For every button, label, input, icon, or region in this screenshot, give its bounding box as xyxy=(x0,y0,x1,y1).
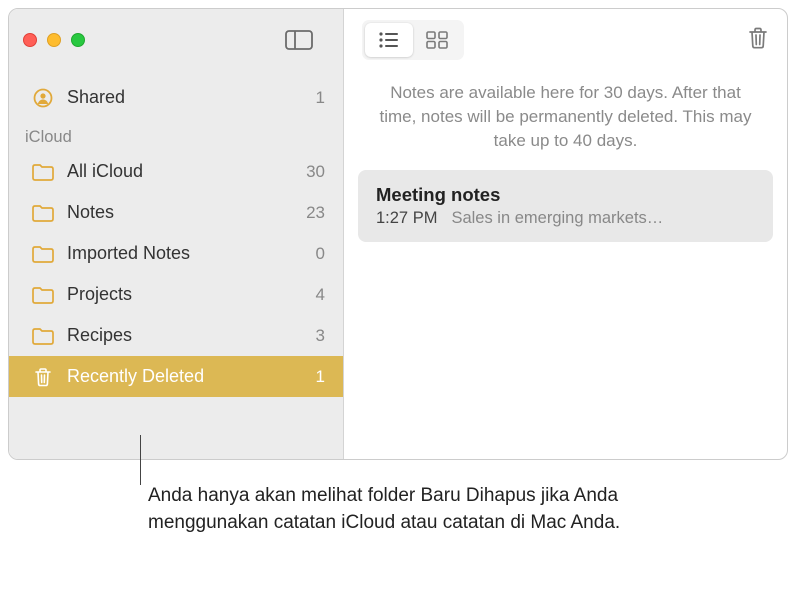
sidebar-item-notes[interactable]: Notes 23 xyxy=(9,192,343,233)
note-preview: Sales in emerging markets… xyxy=(451,209,663,228)
sidebar-item-count: 1 xyxy=(316,367,325,387)
gallery-view-button[interactable] xyxy=(413,23,461,57)
sidebar-item-count: 23 xyxy=(306,203,325,223)
sidebar-item-label: Imported Notes xyxy=(67,243,304,264)
toolbar xyxy=(344,9,787,71)
folder-icon xyxy=(31,163,55,181)
sidebar-item-label: Recipes xyxy=(67,325,304,346)
sidebar-item-count: 0 xyxy=(316,244,325,264)
sidebar-item-label: Shared xyxy=(67,87,304,108)
sidebar-item-shared[interactable]: Shared 1 xyxy=(9,77,343,118)
callout-text: Anda hanya akan melihat folder Baru Diha… xyxy=(148,483,628,536)
titlebar xyxy=(9,9,343,71)
content-pane: Notes are available here for 30 days. Af… xyxy=(344,9,787,459)
sidebar-item-label: Notes xyxy=(67,202,294,223)
sidebar-item-recently-deleted[interactable]: Recently Deleted 1 xyxy=(9,356,343,397)
zoom-window-button[interactable] xyxy=(71,33,85,47)
callout-line xyxy=(140,435,141,485)
folder-icon xyxy=(31,286,55,304)
sidebar-item-count: 4 xyxy=(316,285,325,305)
folder-icon xyxy=(31,245,55,263)
sidebar-item-label: Recently Deleted xyxy=(67,366,304,387)
sidebar-item-count: 30 xyxy=(306,162,325,182)
window-controls xyxy=(23,33,85,47)
note-time: 1:27 PM xyxy=(376,209,437,228)
sidebar-item-label: All iCloud xyxy=(67,161,294,182)
folder-icon xyxy=(31,204,55,222)
minimize-window-button[interactable] xyxy=(47,33,61,47)
sidebar-section-header: iCloud xyxy=(9,118,343,151)
sidebar-list: Shared 1 iCloud All iCloud 30 Notes 23 xyxy=(9,71,343,403)
sidebar-item-label: Projects xyxy=(67,284,304,305)
sidebar-item-projects[interactable]: Projects 4 xyxy=(9,274,343,315)
view-mode-segment xyxy=(362,20,464,60)
sidebar-toggle-button[interactable] xyxy=(279,25,319,55)
folder-icon xyxy=(31,327,55,345)
sidebar-item-count: 3 xyxy=(316,326,325,346)
list-icon xyxy=(378,31,400,49)
shared-icon xyxy=(31,88,55,108)
sidebar: Shared 1 iCloud All iCloud 30 Notes 23 xyxy=(9,9,344,459)
app-window: Shared 1 iCloud All iCloud 30 Notes 23 xyxy=(8,8,788,460)
delete-button[interactable] xyxy=(747,26,769,55)
sidebar-icon xyxy=(285,30,313,50)
recently-deleted-info: Notes are available here for 30 days. Af… xyxy=(344,71,787,170)
close-window-button[interactable] xyxy=(23,33,37,47)
sidebar-item-count: 1 xyxy=(316,88,325,108)
note-subtitle: 1:27 PM Sales in emerging markets… xyxy=(376,209,755,228)
grid-icon xyxy=(426,31,448,49)
trash-icon xyxy=(31,367,55,387)
note-item[interactable]: Meeting notes 1:27 PM Sales in emerging … xyxy=(358,170,773,242)
sidebar-item-all-icloud[interactable]: All iCloud 30 xyxy=(9,151,343,192)
note-title: Meeting notes xyxy=(376,184,755,206)
sidebar-item-imported-notes[interactable]: Imported Notes 0 xyxy=(9,233,343,274)
sidebar-item-recipes[interactable]: Recipes 3 xyxy=(9,315,343,356)
list-view-button[interactable] xyxy=(365,23,413,57)
trash-icon xyxy=(747,26,769,50)
